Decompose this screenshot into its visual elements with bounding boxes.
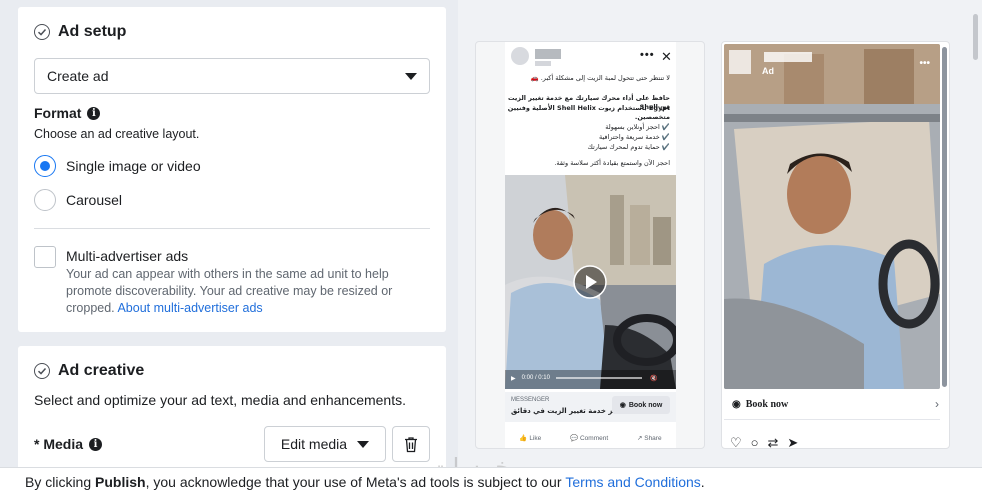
messenger-icon: ◉: [619, 402, 626, 409]
ad-setup-card: Ad setup Create ad Format i Choose an ad…: [18, 7, 446, 332]
story-photo: [724, 44, 940, 389]
repost-icon[interactable]: ⇄: [768, 435, 779, 448]
share-label: Share: [644, 435, 662, 442]
video-time: 0:00 / 0:10: [521, 375, 550, 381]
story-ad-label: Ad: [762, 66, 774, 76]
cta-headline: احجز خدمة تغيير الزيت في دقائق: [511, 407, 626, 415]
cta-source: MESSENGER: [511, 397, 550, 403]
media-label-text: * Media: [34, 436, 84, 452]
post-text-line2b: Egypt باستخدام زيوت Shell Helix الأصلية …: [507, 104, 670, 121]
check-circle-icon: [34, 24, 50, 40]
feed-book-now-button[interactable]: ◉ Book now: [612, 396, 670, 414]
multi-advertiser-title: Multi-advertiser ads: [66, 248, 189, 264]
messenger-icon: ◉: [732, 399, 741, 410]
radio-single-image[interactable]: Single image or video: [34, 155, 201, 177]
footer-prefix: By clicking: [25, 473, 92, 490]
ad-creative-subtitle: Select and optimize your ad text, media …: [34, 392, 406, 408]
ad-creative-header: Ad creative: [34, 362, 144, 380]
sponsored-label-blurred: [535, 61, 551, 66]
play-icon[interactable]: [573, 265, 607, 299]
post-text-line3: احجز الآن واستمتع بقيادة أكثر سلاسة وثقة…: [554, 159, 670, 167]
ad-creative-title: Ad creative: [58, 362, 145, 379]
footer-publish: Publish: [95, 473, 146, 490]
radio-carousel[interactable]: Carousel: [34, 189, 122, 211]
feed-book-now-label: Book now: [628, 401, 663, 409]
story-book-now-label: Book now: [745, 399, 789, 410]
radio-selected-icon[interactable]: [34, 155, 56, 177]
radio-single-image-label: Single image or video: [66, 158, 201, 174]
info-icon[interactable]: i: [89, 437, 103, 451]
caret-down-icon: [357, 440, 370, 448]
ad-video[interactable]: [505, 175, 676, 389]
post-check-2: ✔️ خدمة سريعة واحترافية: [598, 133, 670, 141]
media-label: * Media i: [34, 436, 103, 452]
page-scrollbar-thumb[interactable]: [973, 14, 978, 60]
radio-unselected-icon[interactable]: [34, 189, 56, 211]
story-image: Ad •••: [724, 44, 940, 389]
radio-carousel-label: Carousel: [66, 192, 123, 208]
multi-advertiser-option[interactable]: Multi-advertiser ads Your ad can appear …: [34, 245, 406, 317]
divider: [34, 228, 430, 229]
post-text-line1: لا تنتظر حتى تتحول لمبة الزيت إلى مشكلة …: [530, 74, 670, 82]
page-scrollbar[interactable]: [970, 0, 982, 470]
ad-creative-card: Ad creative Select and optimize your ad …: [18, 346, 446, 476]
format-label-text: Format: [34, 105, 82, 121]
story-action-icons: ♡ ○ ⇄ ➤: [730, 435, 798, 448]
advertiser-name-blurred: [535, 49, 561, 59]
like-action[interactable]: 👍 Like: [519, 434, 541, 442]
story-scrollbar[interactable]: [942, 47, 947, 387]
edit-media-label: Edit media: [280, 436, 348, 452]
comment-action[interactable]: 💬 Comment: [570, 434, 608, 442]
story-book-now-button[interactable]: ◉ Book now: [732, 399, 788, 410]
publish-disclaimer: By clicking Publish , you acknowledge th…: [0, 467, 982, 495]
like-label: Like: [529, 435, 542, 442]
terms-and-conditions-link[interactable]: Terms and Conditions: [565, 474, 700, 490]
send-icon[interactable]: ➤: [787, 435, 798, 448]
story-more-icon[interactable]: •••: [919, 58, 930, 69]
feed-post: ••• ✕ لا تنتظر حتى تتحول لمبة الزيت إلى …: [505, 42, 676, 448]
video-controls[interactable]: ▶ 0:00 / 0:10 🔇: [505, 368, 676, 388]
story-advertiser-avatar: [729, 50, 751, 74]
format-label: Format i: [34, 105, 101, 121]
multi-advertiser-description: Your ad can appear with others in the sa…: [66, 266, 406, 317]
feed-cta-box: MESSENGER احجز خدمة تغيير الزيت في دقائق…: [505, 392, 676, 422]
ad-setup-select-value: Create ad: [47, 68, 109, 84]
multi-advertiser-checkbox[interactable]: [34, 246, 56, 268]
story-preview[interactable]: Ad ••• ◉ Book now › ♡ ○ ⇄ ➤: [721, 41, 950, 449]
ad-setup-title: Ad setup: [58, 23, 127, 40]
video-progress[interactable]: [555, 377, 642, 379]
close-icon[interactable]: ✕: [661, 49, 672, 65]
ad-setup-header: Ad setup: [34, 23, 126, 41]
footer-suffix: .: [700, 473, 705, 490]
caret-down-icon: [405, 72, 417, 80]
heart-icon[interactable]: ♡: [730, 435, 742, 448]
info-icon[interactable]: i: [87, 106, 101, 120]
divider: [724, 419, 940, 420]
story-advertiser-name-blurred: [764, 52, 812, 62]
play-small-icon[interactable]: ▶: [511, 375, 516, 382]
share-action[interactable]: ↗ Share: [637, 434, 662, 442]
post-check-3: ✔️ حماية تدوم لمحرك سيارتك: [587, 143, 671, 151]
mute-icon[interactable]: 🔇: [650, 375, 657, 382]
settings-column: Ad setup Create ad Format i Choose an ad…: [0, 0, 458, 495]
check-circle-icon: [34, 363, 50, 379]
trash-icon: [405, 436, 417, 452]
delete-media-button[interactable]: [392, 426, 430, 462]
more-options-icon[interactable]: •••: [640, 49, 655, 61]
comment-label: Comment: [579, 435, 609, 442]
ad-setup-select[interactable]: Create ad: [34, 58, 430, 94]
feed-preview[interactable]: ••• ✕ لا تنتظر حتى تتحول لمبة الزيت إلى …: [475, 41, 705, 449]
edit-media-button[interactable]: Edit media: [264, 426, 386, 462]
chevron-right-icon[interactable]: ›: [935, 397, 939, 411]
advertiser-avatar: [511, 47, 529, 65]
footer-middle: , you acknowledge that your use of Meta'…: [145, 473, 562, 490]
format-description: Choose an ad creative layout.: [34, 127, 200, 141]
post-actions: 👍 Like 💬 Comment ↗ Share: [505, 434, 676, 442]
about-multi-advertiser-link[interactable]: About multi-advertiser ads: [117, 301, 262, 315]
post-check-1: ✔️ احجز أونلاين بسهولة: [605, 123, 670, 131]
comment-icon[interactable]: ○: [751, 435, 759, 448]
